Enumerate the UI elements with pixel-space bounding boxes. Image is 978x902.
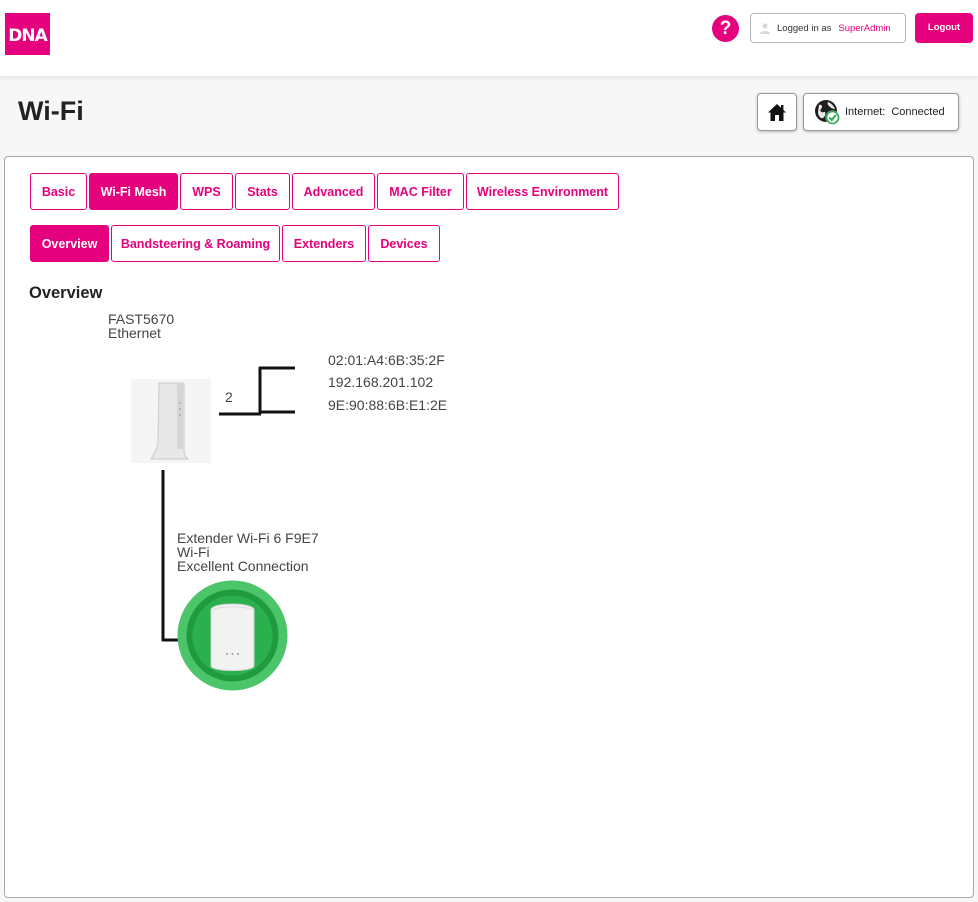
logged-in-indicator[interactable]: Logged in as SuperAdmin xyxy=(750,13,906,43)
top-bar: DNA ? Logged in as SuperAdmin Logout xyxy=(0,0,978,76)
globe-connected-icon xyxy=(815,100,840,125)
extender-device-icon[interactable] xyxy=(177,580,288,691)
home-icon xyxy=(768,103,786,121)
topology-lines xyxy=(161,366,295,642)
dna-logo[interactable]: DNA xyxy=(5,13,50,55)
internet-status[interactable]: Internet: Connected xyxy=(803,93,959,131)
page-title: Wi-Fi xyxy=(18,96,84,126)
logout-button[interactable]: Logout xyxy=(915,13,973,43)
username: SuperAdmin xyxy=(838,22,891,34)
internet-status-value: Connected xyxy=(891,106,945,118)
client-list-item: 9E:90:88:6B:E1:2E xyxy=(328,397,448,413)
content-card: Basic Wi-Fi Mesh WPS Stats Advanced MAC … xyxy=(4,156,974,898)
client-count: 2 xyxy=(225,389,233,405)
help-icon[interactable]: ? xyxy=(712,15,739,42)
client-list-item: 192.168.201.102 xyxy=(328,374,434,390)
extender-quality: Excellent Connection xyxy=(177,558,309,574)
home-button[interactable] xyxy=(757,93,797,131)
user-icon xyxy=(760,23,770,34)
router-connection: Ethernet xyxy=(108,325,161,341)
router-device-icon[interactable] xyxy=(131,379,211,463)
client-list-item: 02:01:A4:6B:35:2F xyxy=(328,352,445,368)
internet-label: Internet: xyxy=(845,106,886,118)
logged-in-label: Logged in as xyxy=(777,22,832,34)
